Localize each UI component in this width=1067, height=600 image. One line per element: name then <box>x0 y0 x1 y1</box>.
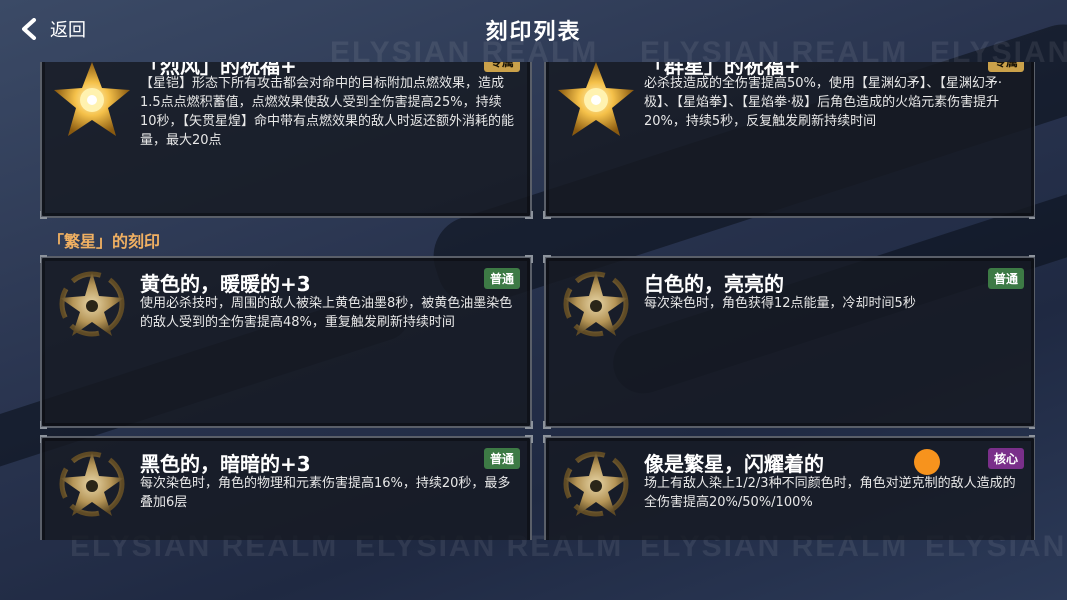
top-bar: 返回 刻印列表 <box>0 0 1067 62</box>
flame-star-emblem-icon <box>54 62 130 136</box>
imprint-name: 白色的，亮亮的 <box>644 272 784 296</box>
imprint-list[interactable]: 「烈风」的祝福+ 专属 【星铠】形态下所有攻击都会对命中的目标附加点燃效果，造成… <box>40 62 1035 540</box>
imprint-description: 每次染色时，角色获得12点能量，冷却时间5秒 <box>644 296 916 311</box>
imprint-card[interactable]: 「烈风」的祝福+ 专属 【星铠】形态下所有攻击都会对命中的目标附加点燃效果，造成… <box>40 62 533 219</box>
section-title: 「繁星」的刻印 <box>48 232 161 251</box>
imprint-card[interactable]: 黄色的，暖暖的+3 普通 使用必杀技时，周围的敌人被染上黄色油墨8秒，被黄色油墨… <box>40 255 533 429</box>
imprint-card[interactable]: 黑色的，暗暗的+3 普通 每次染色时，角色的物理和元素伤害提高16%，持续20秒… <box>40 435 533 540</box>
imprint-description: 场上有敌人染上1/2/3种不同颜色时，角色对逆克制的敌人造成的全伤害提高20%/… <box>644 476 1016 510</box>
imprint-name: 黄色的，暖暖的+3 <box>140 272 311 296</box>
imprint-name: 像是繁星，闪耀着的 <box>644 452 824 476</box>
imprint-card[interactable]: 像是繁星，闪耀着的 核心 场上有敌人染上1/2/3种不同颜色时，角色对逆克制的敌… <box>543 435 1035 540</box>
imprint-name: 黑色的，暗暗的+3 <box>140 452 311 476</box>
imprint-description: 【星铠】形态下所有攻击都会对命中的目标附加点燃效果，造成1.5点点燃积蓄值，点燃… <box>140 76 515 148</box>
star-emblem-icon <box>563 271 629 337</box>
star-emblem-icon <box>563 451 629 517</box>
rarity-badge: 普通 <box>987 268 1024 289</box>
rarity-badge: 普通 <box>483 268 520 289</box>
imprint-description: 使用必杀技时，周围的敌人被染上黄色油墨8秒，被黄色油墨染色的敌人受到的全伤害提高… <box>140 296 513 330</box>
page-title: 刻印列表 <box>485 20 582 45</box>
flame-star-emblem-icon <box>558 62 634 136</box>
imprint-card[interactable]: 白色的，亮亮的 普通 每次染色时，角色获得12点能量，冷却时间5秒 <box>543 255 1035 429</box>
rarity-badge: 普通 <box>483 448 520 469</box>
highlight-dot-icon <box>914 449 940 475</box>
rarity-badge: 专属 <box>483 62 520 72</box>
rarity-badge: 专属 <box>987 62 1024 72</box>
imprint-card[interactable]: 「群星」的祝福+ 专属 必杀技造成的全伤害提高50%，使用【星渊幻矛】、【星渊幻… <box>543 62 1035 219</box>
imprint-description: 每次染色时，角色的物理和元素伤害提高16%，持续20秒，最多叠加6层 <box>140 476 511 510</box>
star-emblem-icon <box>59 451 125 517</box>
star-emblem-icon <box>59 271 125 337</box>
rarity-badge: 核心 <box>987 448 1024 469</box>
imprint-description: 必杀技造成的全伤害提高50%，使用【星渊幻矛】、【星渊幻矛·极】、【星焰拳】、【… <box>644 76 1003 129</box>
